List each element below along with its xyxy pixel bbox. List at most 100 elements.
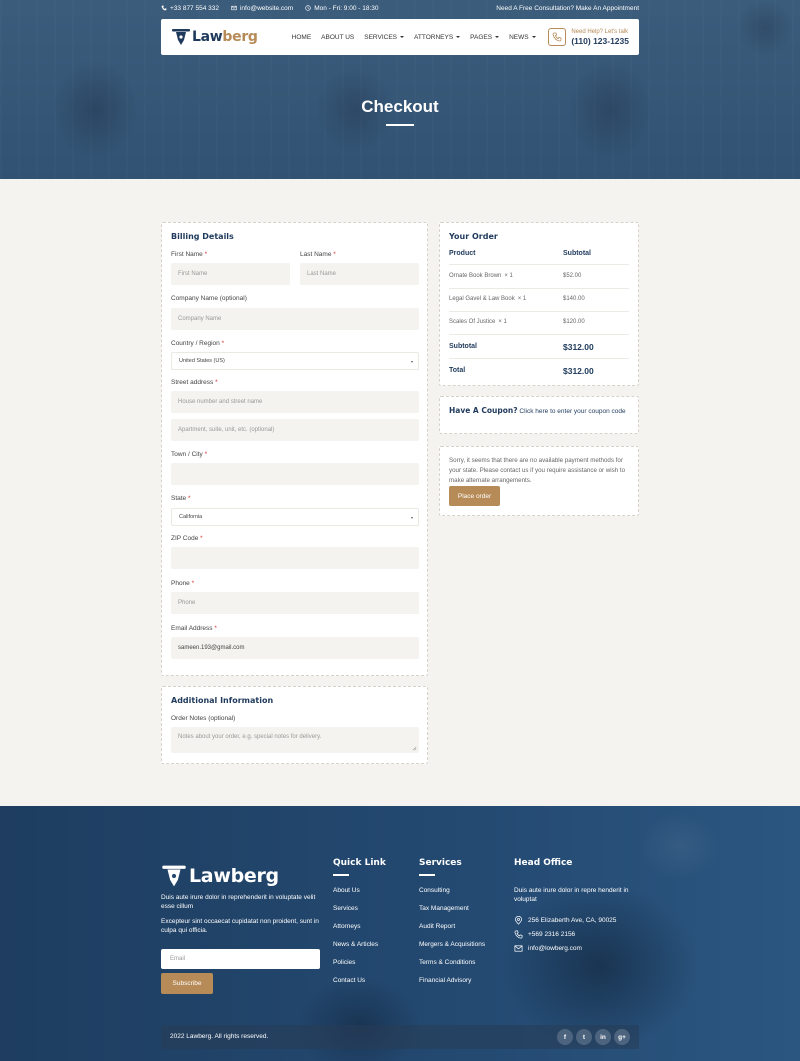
nav-pages[interactable]: PAGES: [470, 34, 500, 41]
page-title: Checkout: [361, 97, 439, 116]
help-label: Need Help? Let's talk: [571, 28, 629, 35]
chevron-down-icon: [456, 36, 461, 38]
company-input[interactable]: Company Name: [171, 308, 419, 330]
nav-about[interactable]: ABOUT US: [321, 34, 354, 41]
quick-link-services[interactable]: Services: [333, 905, 358, 912]
nav-home[interactable]: HOME: [292, 34, 312, 41]
quick-link-about[interactable]: About Us: [333, 887, 360, 894]
quick-link-attorneys[interactable]: Attorneys: [333, 923, 360, 930]
town-input[interactable]: [171, 463, 419, 485]
zip-label: ZIP Code *: [171, 535, 203, 542]
footer-about-1: Duis aute irure dolor in reprehenderit i…: [161, 894, 316, 910]
required-mark: *: [215, 379, 218, 386]
office-email-text: info@lowberg.com: [528, 945, 582, 952]
coupon-text: Have A Coupon? Click here to enter your …: [449, 406, 629, 417]
first-name-label: First Name *: [171, 251, 207, 258]
quick-link-news[interactable]: News & Articles: [333, 941, 378, 948]
subscribe-button[interactable]: Subscribe: [161, 973, 213, 994]
required-mark: *: [333, 251, 336, 258]
order-item-qty: × 1: [498, 319, 507, 325]
phone-call-icon: [514, 930, 523, 939]
nav-news[interactable]: NEWS: [509, 34, 536, 41]
service-link-audit[interactable]: Audit Report: [419, 923, 455, 930]
order-notes-label: Order Notes (optional): [171, 715, 236, 722]
chevron-down-icon: [411, 517, 413, 519]
state-select[interactable]: California: [171, 508, 419, 526]
nav-services-label: SERVICES: [364, 33, 398, 41]
facebook-icon[interactable]: f: [557, 1029, 573, 1045]
quick-link-contact[interactable]: Contact Us: [333, 977, 365, 984]
service-link-financial[interactable]: Financial Advisory: [419, 977, 471, 984]
nav-services[interactable]: SERVICES: [364, 33, 405, 41]
last-name-input[interactable]: Last Name: [300, 263, 419, 285]
first-name-input[interactable]: First Name: [171, 263, 290, 285]
phone-input[interactable]: Phone: [171, 592, 419, 614]
google-plus-icon[interactable]: g+: [614, 1029, 630, 1045]
topbar-hours-text: Mon - Fri: 9:00 - 18:30: [314, 4, 379, 12]
street-label: Street address *: [171, 379, 218, 386]
nav-attorneys[interactable]: ATTORNEYS: [414, 34, 461, 41]
newsletter-email-input[interactable]: Email: [161, 949, 320, 969]
nav-home-label: HOME: [291, 33, 312, 41]
office-phone-text: +569 2316 2156: [528, 931, 576, 938]
payment-card: Sorry, it seems that there are no availa…: [439, 446, 639, 516]
country-select-value: United States (US): [179, 358, 225, 364]
place-order-button[interactable]: Place order: [449, 486, 500, 506]
footer-bottom-bar: 2022 Lawberg. All rights reserved. f t i…: [161, 1025, 639, 1049]
topbar-email[interactable]: info@website.com: [231, 5, 293, 12]
additional-title: Additional Information: [171, 696, 274, 705]
street-input-2[interactable]: Apartment, suite, unit, etc. (optional): [171, 419, 419, 441]
pen-nib-logo-icon: [172, 29, 190, 45]
row-divider: [449, 264, 629, 265]
phone-call-icon: [552, 32, 562, 42]
resize-handle-icon: [412, 746, 417, 751]
office-phone[interactable]: +569 2316 2156: [514, 930, 575, 939]
appointment-link[interactable]: Need A Free Consultation? Make An Appoin…: [496, 5, 639, 12]
help-text: Need Help? Let's talk (110) 123-1235: [571, 29, 629, 46]
state-label: State *: [171, 495, 191, 502]
order-item-price: $120.00: [563, 319, 585, 325]
zip-input[interactable]: [171, 547, 419, 569]
footer-logo[interactable]: Lawberg: [161, 864, 279, 888]
country-select[interactable]: United States (US): [171, 352, 419, 370]
top-bar: +33 877 554 332 info@website.com Mon - F…: [161, 3, 639, 13]
street-input-1[interactable]: House number and street name: [171, 391, 419, 413]
coupon-title: Have A Coupon?: [449, 406, 518, 415]
heading-underline: [419, 874, 435, 876]
required-mark: *: [191, 580, 195, 587]
office-email[interactable]: info@lowberg.com: [514, 944, 582, 953]
service-link-terms[interactable]: Terms & Conditions: [419, 959, 475, 966]
order-item-name: Legal Gavel & Law Book: [449, 296, 515, 302]
row-divider: [449, 358, 629, 359]
topbar-hours: Mon - Fri: 9:00 - 18:30: [305, 4, 379, 12]
service-link-tax[interactable]: Tax Management: [419, 905, 469, 912]
quick-link-title: Quick Link: [333, 858, 386, 868]
head-office-title: Head Office: [514, 858, 573, 868]
twitter-icon[interactable]: t: [576, 1029, 592, 1045]
map-pin-icon: [514, 916, 523, 925]
nav-news-label: NEWS: [509, 33, 529, 41]
email-label: Email Address *: [171, 625, 217, 632]
coupon-link[interactable]: Click here to enter your coupon code: [519, 408, 625, 415]
topbar-phone[interactable]: +33 877 554 332: [161, 5, 219, 12]
clock-icon: [305, 5, 311, 11]
required-mark: *: [204, 451, 208, 458]
chevron-down-icon: [495, 36, 500, 38]
country-label-text: Country / Region: [171, 340, 220, 347]
service-link-consulting[interactable]: Consulting: [419, 887, 450, 894]
help-contact[interactable]: Need Help? Let's talk (110) 123-1235: [548, 28, 629, 46]
quick-link-policies[interactable]: Policies: [333, 959, 355, 966]
topbar-phone-text: +33 877 554 332: [170, 4, 219, 12]
office-address-text: 256 Elizaberth Ave, CA, 90025: [528, 917, 617, 924]
billing-title: Billing Details: [171, 232, 234, 241]
order-notes-textarea[interactable]: Notes about your order, e.g. special not…: [171, 727, 419, 753]
email-input[interactable]: sameen.193@gmail.com: [171, 637, 419, 659]
required-mark: *: [221, 340, 225, 347]
brand-logo[interactable]: Lawberg: [171, 28, 258, 46]
order-title: Your Order: [449, 232, 498, 241]
mail-icon: [231, 5, 237, 11]
phone-label: Phone *: [171, 580, 194, 587]
linkedin-icon[interactable]: in: [595, 1029, 611, 1045]
service-link-mergers[interactable]: Mergers & Acquisitions: [419, 941, 485, 948]
mail-icon: [514, 945, 523, 952]
